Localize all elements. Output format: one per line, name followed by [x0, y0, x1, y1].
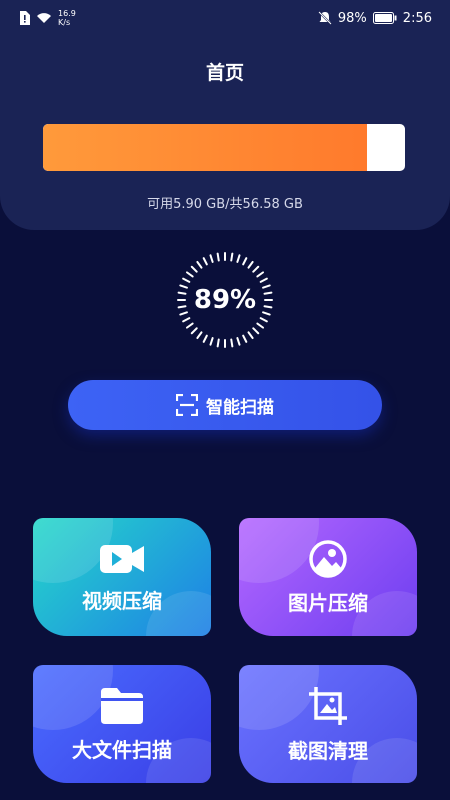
video-compress-label: 视频压缩: [82, 588, 162, 613]
image-icon: [309, 539, 347, 578]
large-file-scan-label: 大文件扫描: [72, 737, 172, 762]
gauge-percent: 89%: [193, 285, 257, 315]
network-speed-value: 16.9: [58, 9, 76, 18]
network-speed-unit: K/s: [58, 18, 71, 27]
usage-gauge: 89%: [175, 250, 275, 350]
smart-scan-label: 智能扫描: [206, 397, 274, 418]
battery-icon: [372, 12, 397, 24]
status-left: 16.9 K/s: [18, 9, 76, 27]
video-icon: [100, 544, 144, 573]
wifi-icon: [37, 13, 51, 23]
large-file-scan-card[interactable]: 大文件扫描: [33, 665, 211, 783]
video-compress-card[interactable]: 视频压缩: [33, 518, 211, 636]
page-title: 首页: [205, 62, 244, 84]
folder-icon: [101, 687, 143, 724]
screenshot-clean-label: 截图清理: [288, 738, 368, 763]
status-right: 98% 2:56: [318, 11, 432, 26]
storage-bar: [43, 124, 405, 171]
smart-scan-button[interactable]: 智能扫描: [68, 380, 382, 430]
storage-bar-fill: [43, 124, 367, 171]
image-compress-label: 图片压缩: [288, 590, 368, 615]
network-speed: 16.9 K/s: [58, 9, 76, 27]
clock: 2:56: [402, 10, 432, 26]
crop-icon: [309, 686, 347, 725]
screenshot-clean-card[interactable]: 截图清理: [239, 665, 417, 783]
image-compress-card[interactable]: 图片压缩: [239, 518, 417, 636]
status-bar: 16.9 K/s 98% 2:56: [0, 0, 450, 36]
sim-alert-icon: [20, 11, 30, 25]
battery-percent: 98%: [337, 10, 367, 26]
mute-bell-icon: [318, 11, 332, 25]
scan-icon: [176, 394, 198, 416]
storage-text: 可用5.90 GB/共56.58 GB: [147, 197, 303, 212]
